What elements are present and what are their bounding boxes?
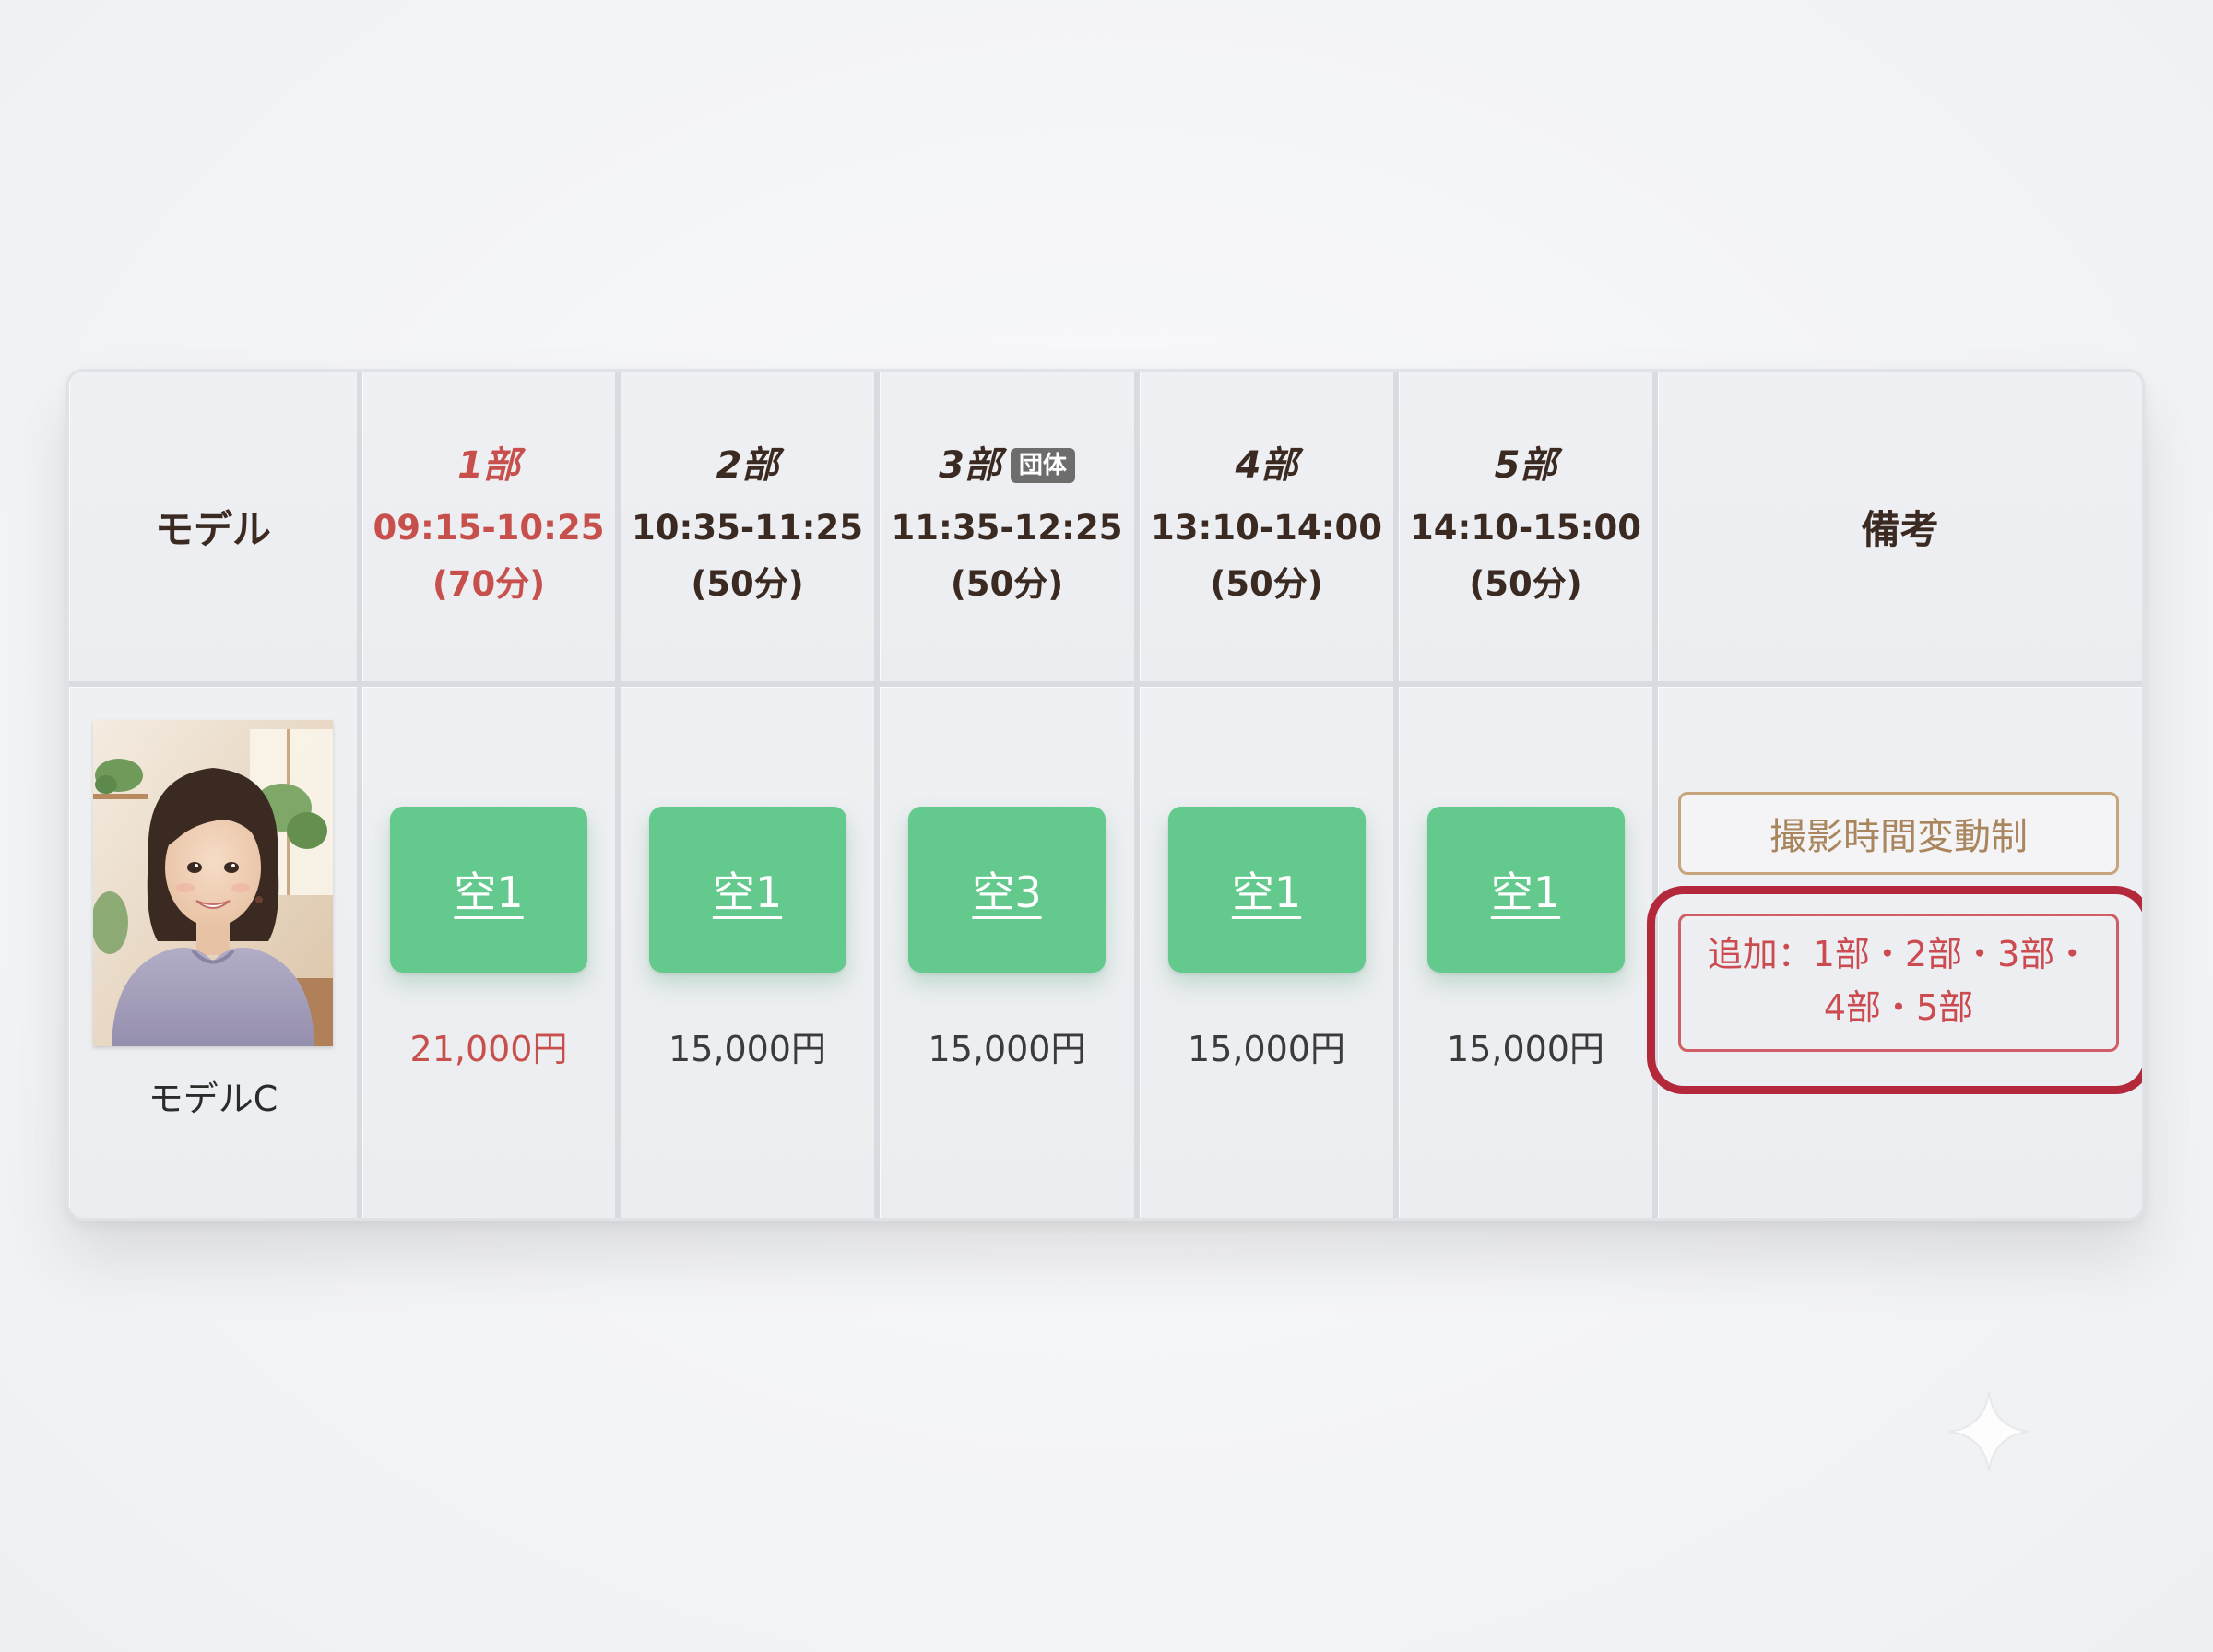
slot-1-availability-button[interactable]: 空1 [390, 807, 587, 973]
model-cell: モデルC [69, 687, 362, 1218]
slot-4-part-label: 4部 [1235, 444, 1298, 487]
slot-2-part: 2部 [716, 441, 779, 490]
model-avatar[interactable] [93, 720, 333, 1046]
slot-cell-3: 空3 15,000円 [880, 687, 1140, 1218]
slot-5-part: 5部 [1495, 441, 1557, 490]
slot-3-time: 11:35-12:25 [891, 508, 1123, 548]
slot-4-duration: (50分) [1210, 564, 1323, 604]
slot-2-price: 15,000円 [669, 1029, 826, 1069]
additional-slots-note: 追加：1部・2部・3部・ 4部・5部 [1678, 914, 2119, 1052]
slot-3-availability-button[interactable]: 空3 [908, 807, 1106, 973]
slot-1-part: 1部 [457, 441, 520, 490]
slot-5-price: 15,000円 [1447, 1029, 1604, 1069]
notes-cell: 撮影時間変動制 追加：1部・2部・3部・ 4部・5部 [1647, 687, 2142, 1218]
model-portrait-image [93, 720, 333, 1046]
header-slot-1: 1部 09:15-10:25 (70分) [362, 372, 621, 687]
slot-2-part-label: 2部 [716, 444, 779, 487]
slot-cell-1: 空1 21,000円 [362, 687, 621, 1218]
slot-cell-5: 空1 15,000円 [1399, 687, 1658, 1218]
header-model-label: モデル [154, 506, 271, 552]
schedule-table: モデル 1部 09:15-10:25 (70分) 2部 10:35-11:25 … [66, 369, 2145, 1221]
slot-4-time: 13:10-14:00 [1151, 508, 1382, 548]
slot-4-price: 15,000円 [1188, 1029, 1345, 1069]
slot-cell-2: 空1 15,000円 [621, 687, 880, 1218]
header-model: モデル [69, 372, 362, 687]
slot-1-duration: (70分) [432, 564, 546, 604]
slot-1-time: 09:15-10:25 [373, 508, 605, 548]
slot-1-price: 21,000円 [409, 1029, 568, 1069]
slot-3-price: 15,000円 [928, 1029, 1086, 1069]
variable-time-tag: 撮影時間変動制 [1678, 792, 2119, 875]
header-slot-3: 3部 団体 11:35-12:25 (50分) [880, 372, 1140, 687]
schedule-grid: モデル 1部 09:15-10:25 (70分) 2部 10:35-11:25 … [69, 372, 2142, 1218]
slot-cell-4: 空1 15,000円 [1140, 687, 1399, 1218]
slot-5-duration: (50分) [1469, 564, 1582, 604]
sparkle-icon [1948, 1391, 2030, 1472]
header-slot-2: 2部 10:35-11:25 (50分) [621, 372, 880, 687]
model-name[interactable]: モデルC [148, 1070, 278, 1121]
header-notes-label: 備考 [1861, 506, 1939, 552]
slot-4-availability-button[interactable]: 空1 [1167, 807, 1366, 973]
slot-5-time: 14:10-15:00 [1410, 508, 1641, 548]
slot-5-availability-button[interactable]: 空1 [1426, 807, 1625, 973]
group-badge: 団体 [1010, 448, 1075, 483]
additional-slots-line-1: 追加：1部・2部・3部・ [1707, 934, 2090, 974]
slot-3-duration: (50分) [950, 564, 1064, 604]
slot-2-duration: (50分) [691, 564, 804, 604]
header-slot-5: 5部 14:10-15:00 (50分) [1399, 372, 1658, 687]
header-slot-4: 4部 13:10-14:00 (50分) [1140, 372, 1399, 687]
slot-4-part: 4部 [1236, 441, 1298, 490]
slot-3-part: 3部 団体 [939, 441, 1075, 490]
slot-2-availability-button[interactable]: 空1 [648, 807, 846, 973]
slot-2-time: 10:35-11:25 [632, 508, 863, 548]
header-notes: 備考 [1658, 372, 2142, 687]
slot-1-part-label: 1部 [457, 444, 520, 487]
slot-3-part-label: 3部 [939, 444, 1001, 487]
slot-5-part-label: 5部 [1494, 444, 1557, 487]
additional-slots-line-2: 4部・5部 [1823, 987, 1974, 1028]
